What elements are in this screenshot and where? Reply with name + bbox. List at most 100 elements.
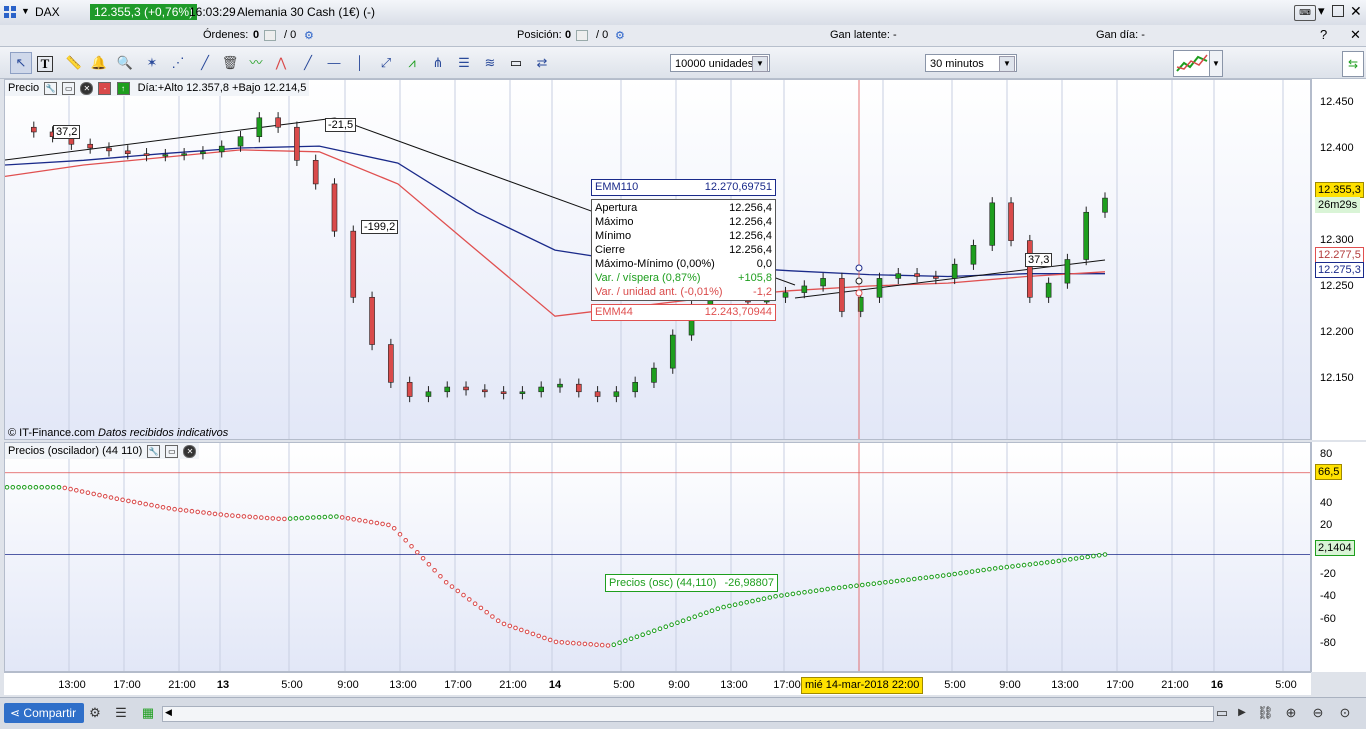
x-tick-label: 17:00 <box>773 679 801 691</box>
x-tick-label: 9:00 <box>337 679 359 691</box>
cancel-orders-icon[interactable] <box>262 29 276 41</box>
candle-countdown: 26m29s <box>1315 197 1361 213</box>
close-icon[interactable]: ✕ <box>183 444 197 458</box>
list-icon[interactable]: ☰ <box>113 705 129 721</box>
settings-icon[interactable]: ⚙ <box>87 705 103 721</box>
keyboard-icon[interactable]: ⌨ <box>1294 5 1316 21</box>
pointer-icon[interactable]: ↖ <box>10 52 32 74</box>
close-icon[interactable]: ✕ <box>80 81 94 95</box>
time-x-axis[interactable]: 13:00 17:00 21:00 13 5:00 9:00 13:00 17:… <box>4 672 1311 695</box>
fibonacci-icon[interactable]: ⋰ <box>168 53 188 73</box>
minimize-icon[interactable]: ▾ <box>1318 3 1325 19</box>
annotation-label[interactable]: -21,5 <box>325 118 357 132</box>
channel-icon[interactable]: ⋀ <box>271 53 291 73</box>
price-panel-header: Precio 🔧 ▭ ✕ - ↑ Día:+Alto 12.357,8 +Baj… <box>5 80 310 96</box>
chevron-down-icon[interactable]: ▼ <box>21 6 30 16</box>
ruler-icon[interactable]: 📏 <box>64 53 84 73</box>
window-icon[interactable]: ▭ <box>62 81 76 95</box>
close-icon[interactable]: ✕ <box>1350 3 1362 20</box>
candle <box>594 391 601 397</box>
x-tick-label: 14 <box>548 679 562 691</box>
trend-line-icon[interactable]: 〰 <box>246 53 266 73</box>
link-icon[interactable]: ⛓ <box>1257 705 1274 721</box>
oscillator-point <box>917 576 923 581</box>
zigzag-icon[interactable]: ⩘ <box>402 53 422 73</box>
up-arrow-icon[interactable]: ↑ <box>116 81 130 95</box>
candle <box>613 391 620 397</box>
fib-retracement-icon[interactable]: ☰ <box>454 53 474 73</box>
vertical-line-icon[interactable]: │ <box>350 53 370 73</box>
scroll-left-icon[interactable]: ◀ <box>165 707 172 718</box>
horizontal-line-icon[interactable]: — <box>324 53 344 73</box>
ema110-price-tag: 12.275,3 <box>1315 262 1364 278</box>
zoom-in-icon[interactable]: ⊕ <box>1283 705 1299 721</box>
remove-icon[interactable]: - <box>98 81 112 95</box>
window-icon[interactable]: ▭ <box>165 444 179 458</box>
candle <box>970 245 977 265</box>
fib-fan-icon[interactable]: ≋ <box>480 53 500 73</box>
y-tick-label: -80 <box>1320 637 1336 649</box>
timeframe-select[interactable]: 30 minutos ▼ <box>925 54 1017 72</box>
text-icon[interactable]: T <box>37 56 53 72</box>
oscillator-y-axis[interactable]: 80 40 20 -20 -40 -60 -80 66,5 2,1404 <box>1311 442 1366 672</box>
candle <box>218 145 225 153</box>
oscillator-point <box>328 514 333 519</box>
trash-icon[interactable]: 🗑 <box>220 53 240 73</box>
oscillator-panel[interactable]: Precios (oscilador) (44 110) 🔧 ▭ ✕ Preci… <box>4 442 1311 672</box>
line-tool-icon[interactable]: ╱ <box>195 53 215 73</box>
chevron-down-icon[interactable]: ▼ <box>1209 50 1223 77</box>
oscillator-point <box>744 600 750 605</box>
price-y-axis[interactable]: 12.450 12.400 12.300 12.250 12.200 12.15… <box>1311 79 1366 440</box>
scroll-right-icon[interactable]: ▶ <box>1234 705 1250 721</box>
annotation-label[interactable]: 37,2 <box>53 125 81 139</box>
y-tick-label: 12.200 <box>1320 326 1354 338</box>
oscillator-point <box>906 577 911 582</box>
pitchfork-icon[interactable]: ⋔ <box>428 53 448 73</box>
zoom-out-icon[interactable]: ⊖ <box>1310 705 1326 721</box>
orders-total: / 0 <box>284 29 297 41</box>
indicators-button[interactable] <box>1173 50 1211 77</box>
scroll-thumb-icon[interactable]: ▭ <box>1214 705 1230 721</box>
position-settings-icon[interactable]: ⚙ <box>615 29 625 42</box>
time-scrollbar[interactable]: ◀ <box>162 706 1214 722</box>
oscillator-tooltip: Precios (osc) (44,110) -26,98807 <box>605 574 778 592</box>
ray-icon[interactable]: ╱ <box>298 53 318 73</box>
oscillator-point <box>287 516 293 521</box>
oscillator-point <box>605 643 611 648</box>
help-icon[interactable]: ? <box>1320 27 1327 42</box>
orders-settings-icon[interactable]: ⚙ <box>304 29 314 42</box>
zoom-icon[interactable]: 🔍 <box>115 53 135 73</box>
annotation-label[interactable]: 37,3 <box>1025 253 1053 267</box>
oscillator-point <box>1091 553 1096 559</box>
x-tick-label: 5:00 <box>281 679 303 691</box>
magic-wand-icon[interactable]: ✶ <box>142 53 162 73</box>
close-position-icon[interactable] <box>574 29 588 41</box>
annotation-label[interactable]: -199,2 <box>361 220 399 234</box>
oscillator-point <box>773 594 778 599</box>
grid-icon[interactable] <box>4 6 16 18</box>
chevron-down-icon[interactable]: ▼ <box>752 56 768 72</box>
expand-panel-icon[interactable]: ⇆ <box>1342 51 1364 77</box>
table-icon[interactable]: ▦ <box>140 705 156 721</box>
regression-icon[interactable]: ⇄ <box>532 53 552 73</box>
candle <box>839 278 845 312</box>
oscillator-point <box>62 485 68 491</box>
wrench-icon[interactable]: 🔧 <box>44 81 58 95</box>
oscillator-point <box>201 510 206 515</box>
close-panel-icon[interactable]: ✕ <box>1350 27 1361 43</box>
chevron-down-icon[interactable]: ▼ <box>999 56 1015 72</box>
wrench-icon[interactable]: 🔧 <box>147 444 161 458</box>
zoom-reset-icon[interactable]: ⊙ <box>1337 705 1353 721</box>
units-select[interactable]: 10000 unidades ▼ <box>670 54 770 72</box>
ohlc-tooltip: Apertura 12.256,4 Máximo 12.256,4 Mínimo 12… <box>591 199 776 301</box>
daily-high-low: Día:+Alto 12.357,8 +Bajo 12.214,5 <box>137 82 307 94</box>
instrument-symbol[interactable]: DAX <box>35 5 60 19</box>
alarm-bell-icon[interactable]: 🔔 <box>89 53 109 73</box>
maximize-icon[interactable] <box>1332 5 1344 17</box>
share-button[interactable]: ⋖ Compartir <box>4 703 85 723</box>
rectangle-icon[interactable]: ▭ <box>506 53 526 73</box>
y-tick-label: 12.400 <box>1320 142 1354 154</box>
segment-icon[interactable]: ⤢ <box>376 53 396 73</box>
oscillator-canvas[interactable] <box>5 443 1310 671</box>
oscillator-point <box>443 580 449 585</box>
